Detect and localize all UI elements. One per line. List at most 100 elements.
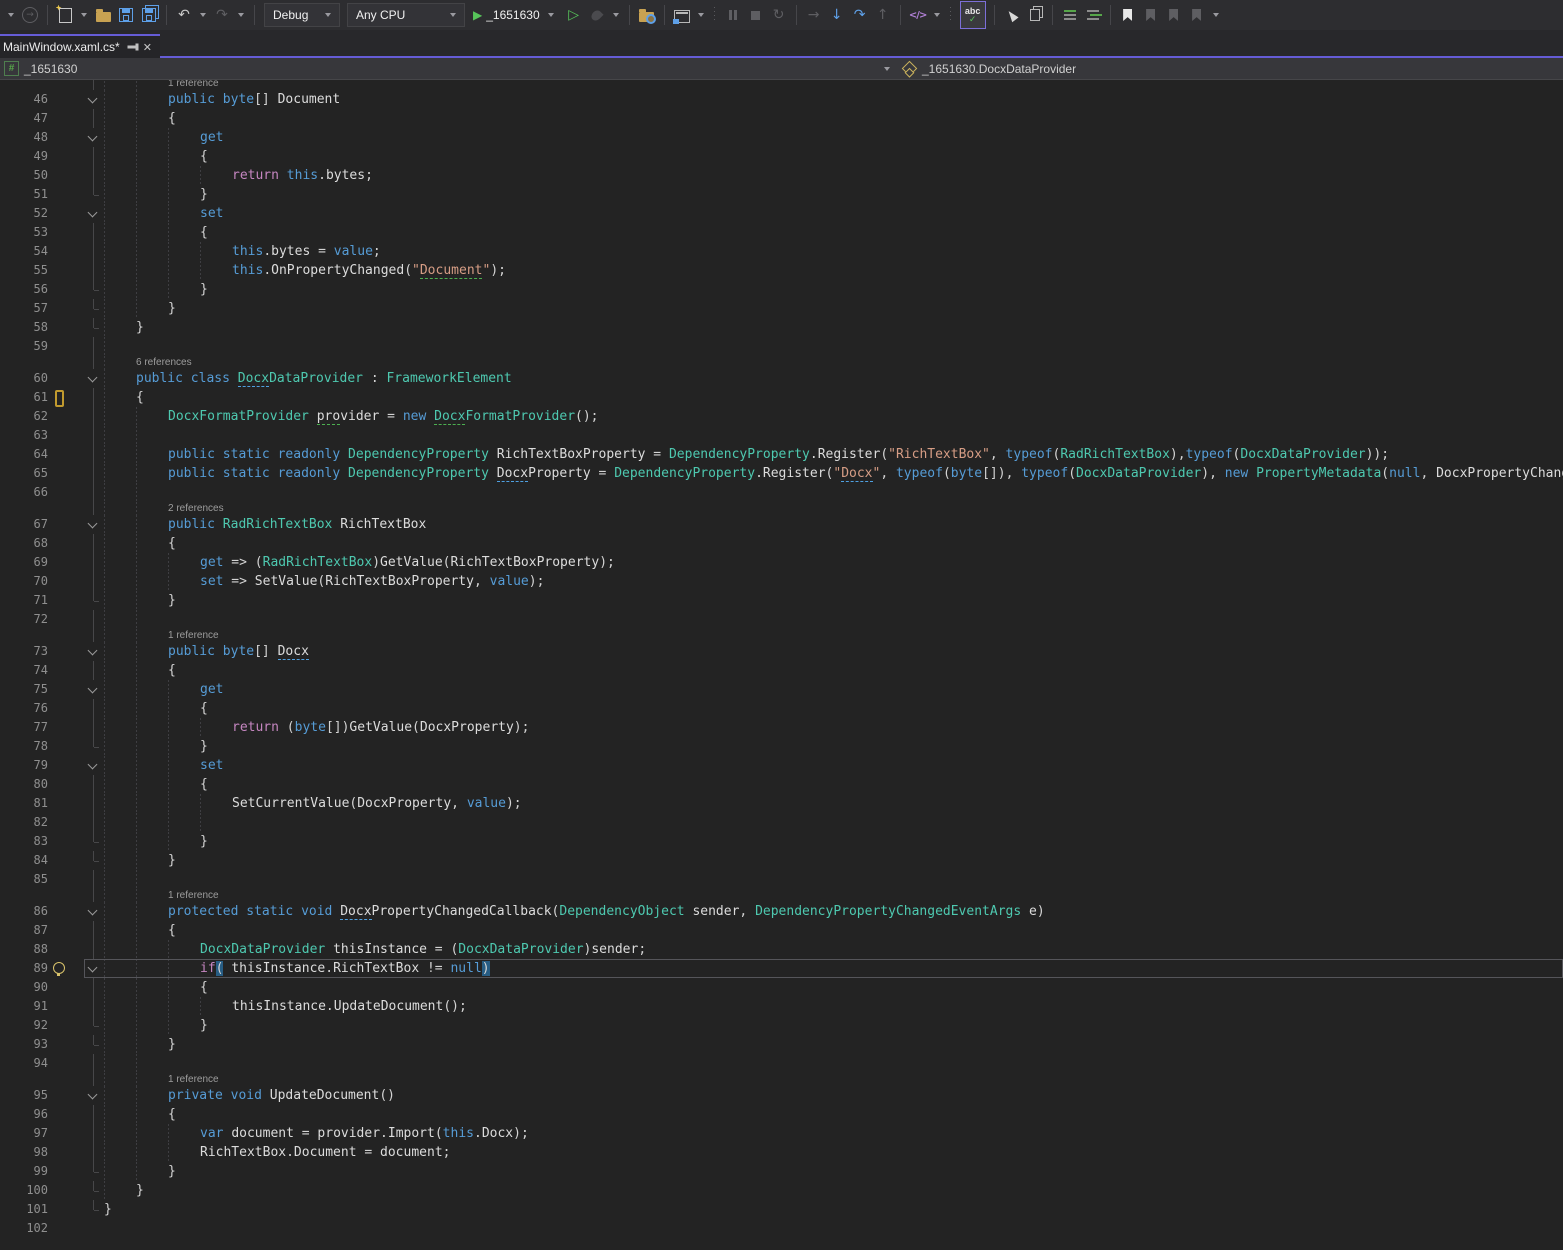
code-line-76[interactable]: 76{ — [0, 699, 1563, 718]
code-editor[interactable]: 1 reference46public byte[] Document47{48… — [0, 80, 1563, 1250]
codelens-row[interactable]: 1 reference — [0, 889, 1563, 902]
code-line-90[interactable]: 90{ — [0, 978, 1563, 997]
debug-config-select[interactable]: Debug — [264, 3, 340, 27]
start-without-debug-button[interactable]: ▷ — [563, 3, 585, 27]
line-number[interactable]: 62 — [0, 407, 48, 426]
code-line-46[interactable]: 46public byte[] Document — [0, 90, 1563, 109]
code-line-74[interactable]: 74{ — [0, 661, 1563, 680]
line-number[interactable]: 80 — [0, 775, 48, 794]
codelens-label[interactable]: 1 reference — [104, 889, 219, 902]
bookmarks-caret[interactable] — [1213, 13, 1219, 17]
code-line-53[interactable]: 53{ — [0, 223, 1563, 242]
code-line-92[interactable]: 92} — [0, 1016, 1563, 1035]
code-line-51[interactable]: 51} — [0, 185, 1563, 204]
line-number[interactable]: 57 — [0, 299, 48, 318]
tab-mainwindow-xaml-cs[interactable]: MainWindow.xaml.cs* ✕ — [0, 34, 160, 58]
fold-collapse-chevron[interactable] — [86, 90, 100, 109]
code-line-62[interactable]: 62DocxFormatProvider provider = new Docx… — [0, 407, 1563, 426]
fold-collapse-chevron[interactable] — [86, 515, 100, 534]
next-bookmark-button[interactable] — [1163, 3, 1185, 27]
redo-button[interactable]: ↷ — [211, 3, 233, 27]
line-number[interactable]: 74 — [0, 661, 48, 680]
line-number[interactable]: 76 — [0, 699, 48, 718]
prev-bookmark-button[interactable] — [1140, 3, 1162, 27]
line-number[interactable]: 58 — [0, 318, 48, 337]
open-file-button[interactable] — [92, 3, 114, 27]
profiler-caret[interactable] — [613, 13, 619, 17]
line-number[interactable]: 89 — [0, 959, 48, 978]
code-line-83[interactable]: 83} — [0, 832, 1563, 851]
line-number[interactable]: 87 — [0, 921, 48, 940]
code-line-86[interactable]: 86protected static void DocxPropertyChan… — [0, 902, 1563, 921]
code-line-98[interactable]: 98RichTextBox.Document = document; — [0, 1143, 1563, 1162]
line-number[interactable]: 67 — [0, 515, 48, 534]
fold-collapse-chevron[interactable] — [86, 756, 100, 775]
line-number[interactable]: 68 — [0, 534, 48, 553]
window-layout-caret[interactable] — [698, 13, 704, 17]
code-line-69[interactable]: 69get => (RadRichTextBox)GetValue(RichTe… — [0, 553, 1563, 572]
fold-collapse-chevron[interactable] — [86, 959, 100, 978]
fold-collapse-chevron[interactable] — [86, 642, 100, 661]
line-number[interactable]: 51 — [0, 185, 48, 204]
code-line-61[interactable]: 61{ — [0, 388, 1563, 407]
fold-collapse-chevron[interactable] — [86, 680, 100, 699]
toolbar-grip[interactable] — [713, 7, 717, 23]
code-line-89[interactable]: 89if( thisInstance.RichTextBox != null) — [0, 959, 1563, 978]
line-number[interactable]: 55 — [0, 261, 48, 280]
code-line-77[interactable]: 77return (byte[])GetValue(DocxProperty); — [0, 718, 1563, 737]
line-number[interactable]: 60 — [0, 369, 48, 388]
code-line-47[interactable]: 47{ — [0, 109, 1563, 128]
line-number[interactable]: 90 — [0, 978, 48, 997]
platform-select[interactable]: Any CPU — [347, 3, 465, 27]
close-icon[interactable]: ✕ — [143, 41, 152, 54]
code-line-93[interactable]: 93} — [0, 1035, 1563, 1054]
code-line-59[interactable]: 59 — [0, 337, 1563, 356]
code-line-79[interactable]: 79set — [0, 756, 1563, 775]
code-line-67[interactable]: 67public RadRichTextBox RichTextBox — [0, 515, 1563, 534]
code-line-87[interactable]: 87{ — [0, 921, 1563, 940]
code-line-64[interactable]: 64public static readonly DependencyPrope… — [0, 445, 1563, 464]
toolbar-grip[interactable] — [949, 7, 953, 23]
code-line-70[interactable]: 70set => SetValue(RichTextBoxProperty, v… — [0, 572, 1563, 591]
project-dropdown[interactable]: _1651630 — [24, 62, 77, 76]
code-line-73[interactable]: 73public byte[] Docx — [0, 642, 1563, 661]
nav-forward-button[interactable]: → — [19, 3, 41, 27]
line-number[interactable]: 93 — [0, 1035, 48, 1054]
spell-check-toggle[interactable]: abc ✓ — [960, 1, 986, 29]
line-number[interactable]: 72 — [0, 610, 48, 629]
line-number[interactable]: 56 — [0, 280, 48, 299]
code-line-97[interactable]: 97var document = provider.Import(this.Do… — [0, 1124, 1563, 1143]
codelens-row[interactable]: 1 reference — [0, 1073, 1563, 1086]
code-line-75[interactable]: 75get — [0, 680, 1563, 699]
code-line-82[interactable]: 82 — [0, 813, 1563, 832]
line-number[interactable]: 91 — [0, 997, 48, 1016]
line-number[interactable]: 85 — [0, 870, 48, 889]
line-number[interactable]: 98 — [0, 1143, 48, 1162]
line-number[interactable]: 64 — [0, 445, 48, 464]
stop-button[interactable] — [745, 3, 767, 27]
line-number[interactable]: 66 — [0, 483, 48, 502]
line-number[interactable]: 82 — [0, 813, 48, 832]
new-file-button[interactable] — [54, 3, 76, 27]
code-line-94[interactable]: 94 — [0, 1054, 1563, 1073]
code-line-100[interactable]: 100} — [0, 1181, 1563, 1200]
code-line-55[interactable]: 55this.OnPropertyChanged("Document"); — [0, 261, 1563, 280]
code-line-84[interactable]: 84} — [0, 851, 1563, 870]
clear-bookmarks-button[interactable] — [1186, 3, 1208, 27]
line-number[interactable]: 95 — [0, 1086, 48, 1105]
line-number[interactable]: 94 — [0, 1054, 48, 1073]
code-line-71[interactable]: 71} — [0, 591, 1563, 610]
line-number[interactable]: 99 — [0, 1162, 48, 1181]
line-number[interactable]: 79 — [0, 756, 48, 775]
codelens-label[interactable]: 1 reference — [104, 80, 219, 90]
code-line-72[interactable]: 72 — [0, 610, 1563, 629]
line-number[interactable]: 102 — [0, 1219, 48, 1238]
format-document-button[interactable] — [1082, 3, 1104, 27]
line-number[interactable]: 97 — [0, 1124, 48, 1143]
code-line-95[interactable]: 95private void UpdateDocument() — [0, 1086, 1563, 1105]
select-tool-button[interactable] — [1001, 3, 1023, 27]
line-number[interactable]: 77 — [0, 718, 48, 737]
code-line-63[interactable]: 63 — [0, 426, 1563, 445]
step-into-button[interactable]: ↓ — [826, 3, 848, 27]
line-number[interactable]: 92 — [0, 1016, 48, 1035]
